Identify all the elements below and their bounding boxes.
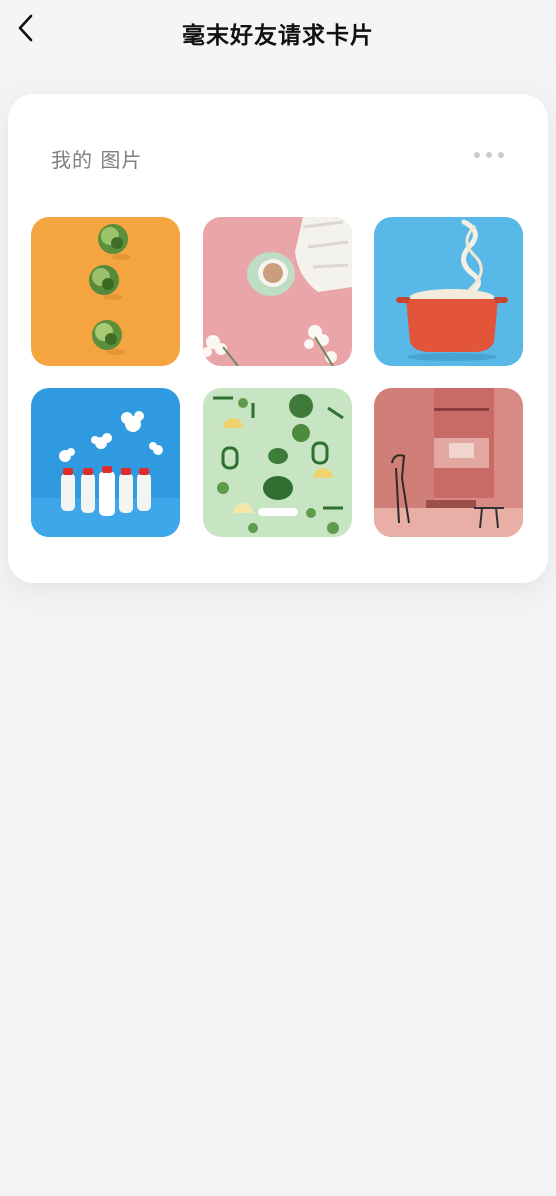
photo-image xyxy=(31,217,180,366)
photo-image xyxy=(203,388,352,537)
photo-thumb-sprouts[interactable] xyxy=(31,217,180,366)
photo-card: 我的 图片 xyxy=(8,94,548,583)
nav-bar: 毫末好友请求卡片 xyxy=(0,0,556,64)
photo-thumb-vegetables[interactable] xyxy=(203,388,352,537)
photo-image xyxy=(374,388,523,537)
more-dot xyxy=(474,152,480,158)
photo-thumb-room[interactable] xyxy=(374,388,523,537)
more-dot xyxy=(486,152,492,158)
card-title: 我的 图片 xyxy=(51,148,143,172)
photo-thumb-noodles[interactable] xyxy=(374,217,523,366)
photo-image xyxy=(203,217,352,366)
page-title: 毫末好友请求卡片 xyxy=(182,23,374,49)
photo-image xyxy=(31,388,180,537)
photo-thumb-coffee[interactable] xyxy=(203,217,352,366)
more-dot xyxy=(498,152,504,158)
more-button[interactable] xyxy=(474,150,504,160)
photo-thumb-milk[interactable] xyxy=(31,388,180,537)
photo-image xyxy=(374,217,523,366)
